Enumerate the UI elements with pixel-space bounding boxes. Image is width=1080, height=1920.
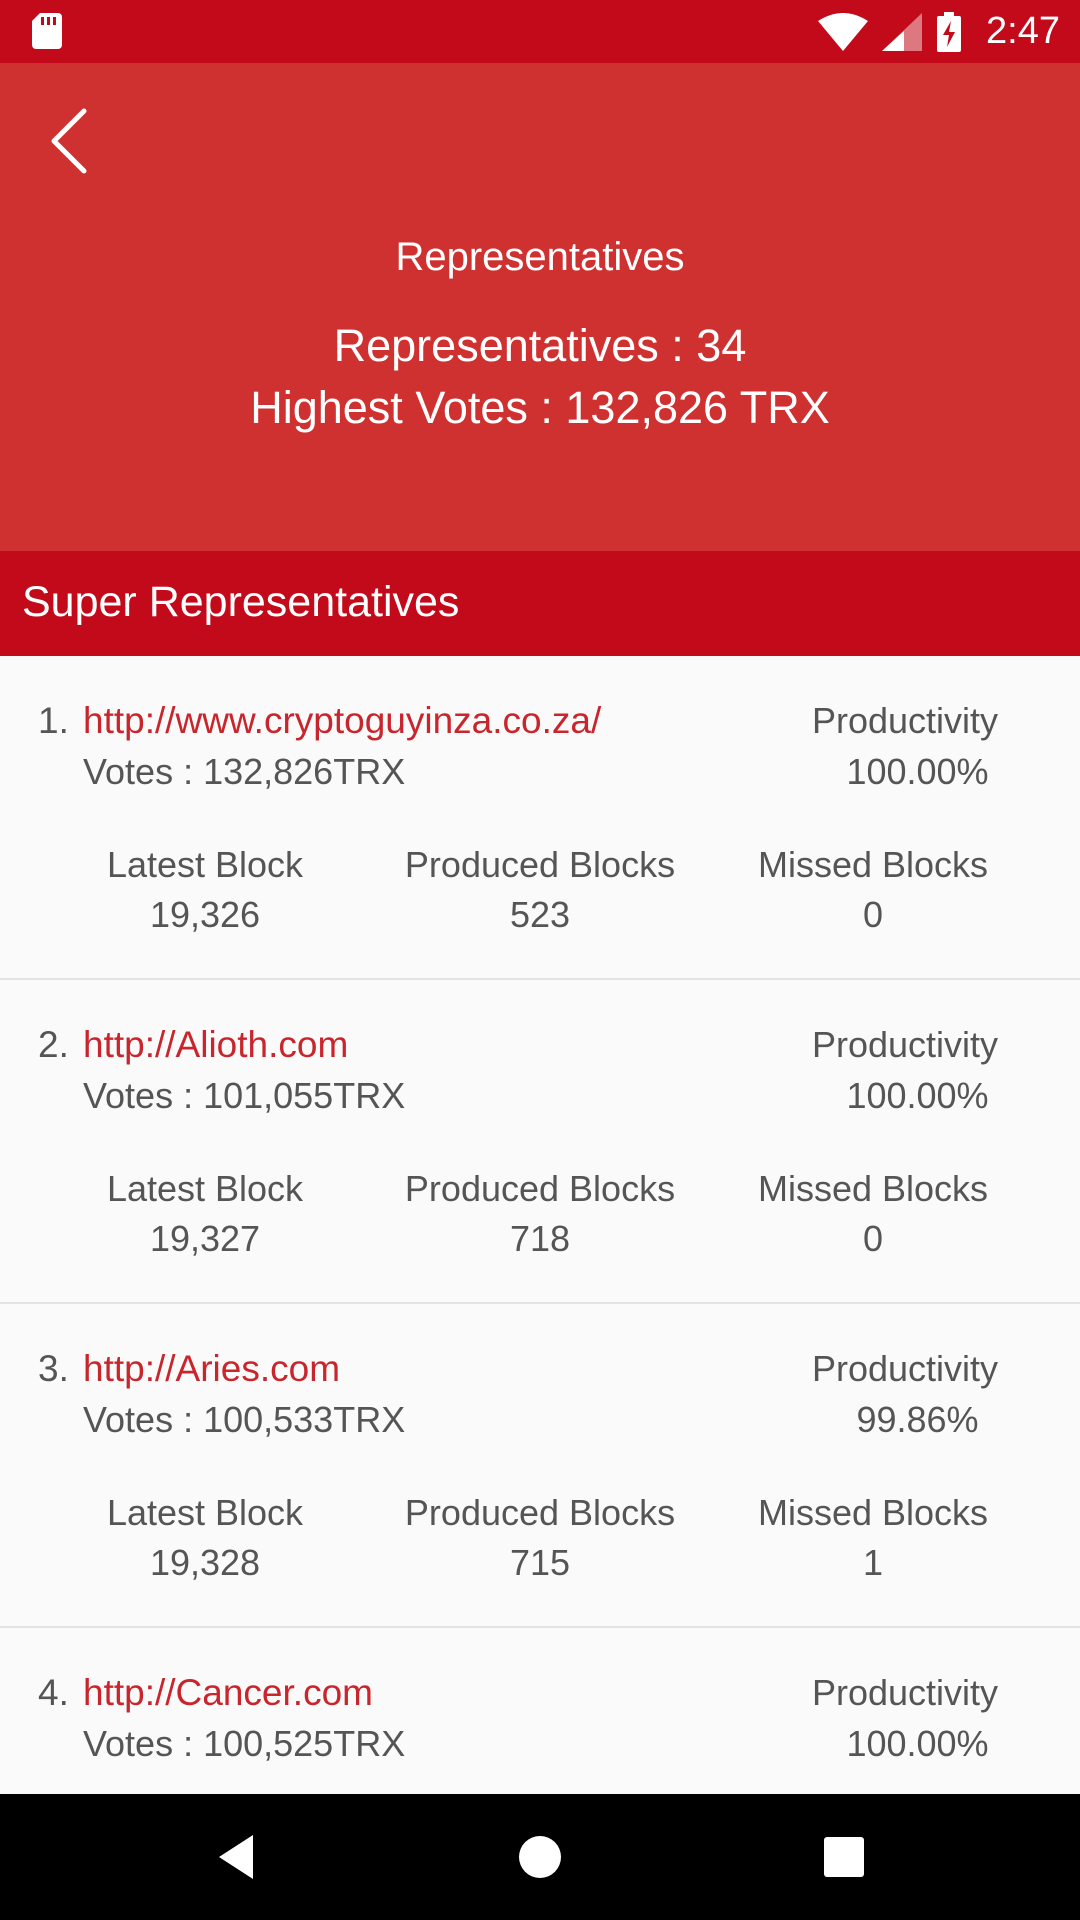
list-item[interactable]: 3. http://Aries.com Votes : 100,533TRX P… xyxy=(0,1304,1080,1628)
sd-card-icon xyxy=(32,13,62,49)
votes: Votes : 132,826TRX xyxy=(83,751,406,792)
productivity-value: 100.00% xyxy=(846,1075,989,1116)
productivity-label: Productivity xyxy=(811,1672,999,1713)
latest-block-label: Latest Block xyxy=(106,1492,304,1533)
votes: Votes : 101,055TRX xyxy=(83,1075,406,1116)
cell-signal-icon xyxy=(882,12,923,51)
section-header: Super Representatives xyxy=(0,551,1080,656)
battery-charging-icon xyxy=(937,11,962,52)
latest-block-value: 19,328 xyxy=(149,1542,261,1583)
latest-block-value: 19,327 xyxy=(149,1218,261,1259)
app-header: Representatives Representatives : 34 Hig… xyxy=(0,63,1080,551)
representative-url-link[interactable]: http://www.cryptoguyinza.co.za/ xyxy=(83,700,601,742)
section-title: Super Representatives xyxy=(22,578,460,626)
produced-blocks: Produced Blocks 523 xyxy=(380,840,700,940)
latest-block-label: Latest Block xyxy=(106,1168,304,1209)
page-title: Representatives xyxy=(395,235,685,279)
rank: 1. xyxy=(38,700,69,741)
highest-votes: Highest Votes : 132,826 TRX xyxy=(250,382,830,433)
list-item[interactable]: 2. http://Alioth.com Votes : 101,055TRX … xyxy=(0,980,1080,1304)
wifi-icon xyxy=(818,12,869,51)
productivity-value: 100.00% xyxy=(846,1723,989,1764)
produced-blocks-label: Produced Blocks xyxy=(404,1492,676,1533)
missed-blocks-value: 1 xyxy=(862,1542,884,1583)
representative-url-link[interactable]: http://Aries.com xyxy=(83,1348,340,1390)
missed-blocks-value: 0 xyxy=(862,1218,884,1259)
nav-back-icon[interactable] xyxy=(205,1827,265,1887)
missed-blocks-label: Missed Blocks xyxy=(757,844,989,885)
latest-block: Latest Block 19,328 xyxy=(45,1488,365,1588)
representative-url-link[interactable]: http://Cancer.com xyxy=(83,1672,373,1714)
missed-blocks: Missed Blocks 0 xyxy=(713,1164,1033,1264)
missed-blocks-label: Missed Blocks xyxy=(757,1168,989,1209)
nav-recents-icon[interactable] xyxy=(814,1827,874,1887)
productivity-label: Productivity xyxy=(811,1348,999,1389)
produced-blocks: Produced Blocks 718 xyxy=(380,1164,700,1264)
list-item[interactable]: 4. http://Cancer.com Votes : 100,525TRX … xyxy=(0,1628,1080,1794)
representatives-list[interactable]: 1. http://www.cryptoguyinza.co.za/ Votes… xyxy=(0,656,1080,1794)
produced-blocks-value: 718 xyxy=(509,1218,571,1259)
representative-url-link[interactable]: http://Alioth.com xyxy=(83,1024,348,1066)
list-item[interactable]: 1. http://www.cryptoguyinza.co.za/ Votes… xyxy=(0,656,1080,980)
votes: Votes : 100,525TRX xyxy=(83,1723,406,1764)
productivity-label: Productivity xyxy=(811,1024,999,1065)
representatives-count: Representatives : 34 xyxy=(333,320,747,371)
nav-home-icon[interactable] xyxy=(510,1827,570,1887)
rank: 4. xyxy=(38,1672,69,1713)
status-time: 2:47 xyxy=(986,10,1060,52)
latest-block-label: Latest Block xyxy=(106,844,304,885)
navigation-bar xyxy=(0,1794,1080,1920)
back-arrow-icon[interactable] xyxy=(40,101,100,181)
produced-blocks: Produced Blocks 715 xyxy=(380,1488,700,1588)
rank: 3. xyxy=(38,1348,69,1389)
missed-blocks: Missed Blocks 1 xyxy=(713,1488,1033,1588)
missed-blocks-label: Missed Blocks xyxy=(757,1492,989,1533)
status-bar: 2:47 xyxy=(0,0,1080,63)
productivity-value: 100.00% xyxy=(846,751,989,792)
missed-blocks: Missed Blocks 0 xyxy=(713,840,1033,940)
produced-blocks-label: Produced Blocks xyxy=(404,844,676,885)
productivity-value: 99.86% xyxy=(856,1399,979,1440)
latest-block-value: 19,326 xyxy=(149,894,261,935)
produced-blocks-value: 523 xyxy=(509,894,571,935)
summary: Representatives : 34 Highest Votes : 132… xyxy=(0,315,1080,439)
votes: Votes : 100,533TRX xyxy=(83,1399,406,1440)
productivity-label: Productivity xyxy=(811,700,999,741)
latest-block: Latest Block 19,326 xyxy=(45,840,365,940)
missed-blocks-value: 0 xyxy=(862,894,884,935)
rank: 2. xyxy=(38,1024,69,1065)
latest-block: Latest Block 19,327 xyxy=(45,1164,365,1264)
produced-blocks-label: Produced Blocks xyxy=(404,1168,676,1209)
produced-blocks-value: 715 xyxy=(509,1542,571,1583)
